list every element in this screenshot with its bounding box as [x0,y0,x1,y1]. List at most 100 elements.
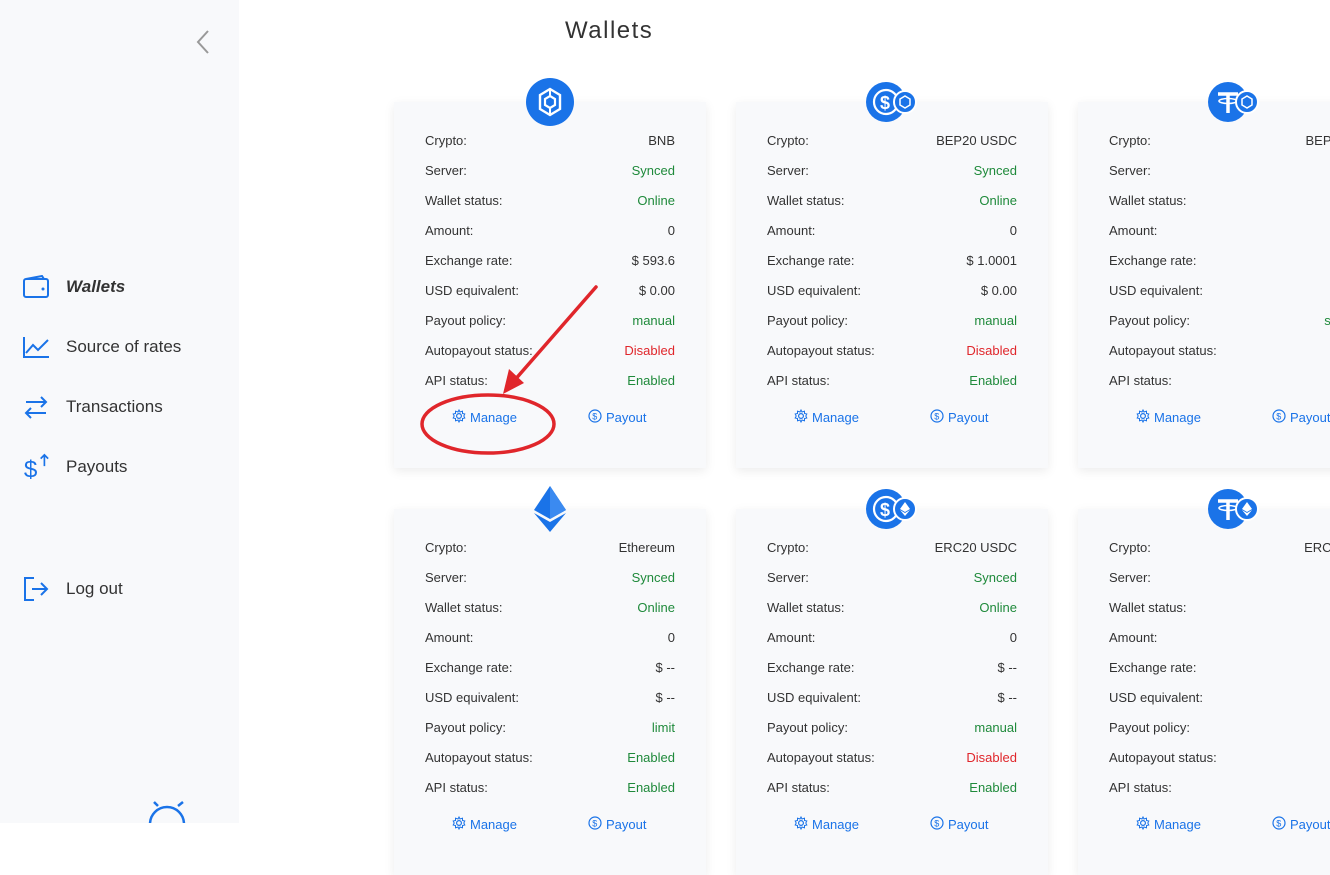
svg-text:$: $ [592,819,597,829]
field-label: USD equivalent: [767,282,861,298]
card-row-api-status: API status: Enabled [767,370,1017,390]
sidebar-item-wallets[interactable]: Wallets [22,272,125,302]
card-actions: Manage $ Payout [394,815,706,838]
wallet-card: Crypto: Ethereum Server: Synced Wallet statu… [394,509,706,875]
field-value: 0 [1009,629,1017,645]
field-value: Disabled [966,342,1017,358]
field-value: $ -- [997,689,1018,705]
manage-button[interactable]: Manage [794,408,859,426]
field-label: USD equivalent: [767,689,861,705]
field-label: Exchange rate: [425,252,513,268]
field-label: Autopayout status: [767,342,875,358]
dollar-circle-icon: $ [930,816,948,833]
sidebar-item-label: Log out [66,579,123,598]
field-label: Crypto: [767,539,809,555]
sidebar-item-source-of-rates[interactable]: Source of rates [22,332,181,362]
dollar-circle-icon: $ [1272,816,1290,833]
card-row-exchange-rate: Exchange rate: $ -- [767,657,1017,677]
card-row-exchange-rate: Exchange rate: $ -- [425,657,675,677]
svg-text:$: $ [880,500,890,520]
card-row-exchange-rate: Exchange rate: $ 1.0001 [767,250,1017,270]
payout-label: Payout [1290,410,1330,425]
dollar-circle-icon: $ [930,409,948,426]
field-label: Payout policy: [1109,312,1190,328]
sidebar-item-label: Transactions [66,397,163,416]
payout-button[interactable]: $ Payout [588,816,646,833]
field-value: Synced [973,569,1017,585]
payout-button[interactable]: $ Payout [930,409,988,426]
field-label: Amount: [767,629,816,645]
card-row-autopayout-status: Autopayout status: Disabled [425,340,675,360]
card-row-crypto: Crypto: ERC20 U [1109,537,1330,557]
field-label: USD equivalent: [1109,689,1203,705]
card-actions: Manage $ Payout [1078,815,1330,838]
manage-button[interactable]: Manage [1136,815,1201,833]
manage-label: Manage [1154,410,1201,425]
sidebar-item-label: Wallets [66,277,126,296]
field-label: Server: [425,569,467,585]
card-row-amount: Amount: [1109,627,1330,647]
wallet-card: Crypto: BEP20 U Server:Syn Wallet status:On… [1078,102,1330,468]
svg-text:$: $ [1276,819,1281,829]
card-actions: Manage $ Payout [736,815,1048,838]
card-row-wallet-status: Wallet status: Online [767,597,1017,617]
field-value: 0 [667,629,675,645]
bnb-icon [526,78,574,131]
field-label: Autopayout status: [1109,749,1217,765]
card-row-payout-policy: Payout policy: limit [425,717,675,737]
gear-icon [452,408,470,426]
dollar-circle-icon: $ [588,409,606,426]
manage-button[interactable]: Manage [452,408,517,426]
sidebar-item-payouts[interactable]: $ Payouts [22,452,127,482]
sidebar-item-transactions[interactable]: Transactions [22,392,163,422]
card-row-payout-policy: Payout policy: manual [767,310,1017,330]
card-row-exchange-rate: Exchange rate: $ 593.6 [425,250,675,270]
field-value: 0 [1009,222,1017,238]
payout-label: Payout [948,410,989,425]
field-label: API status: [425,372,488,388]
card-row-server: Server:Syn [1109,160,1330,180]
card-row-api-status: API status: Enabled [425,777,675,797]
sidebar-item-label: Payouts [66,457,128,476]
field-value: Ethereum [618,539,675,555]
card-row-server: Server: Synced [425,567,675,587]
field-label: Crypto: [767,132,809,148]
card-row-autopayout-status: Autopayout status: Disabled [767,340,1017,360]
manage-button[interactable]: Manage [1136,408,1201,426]
card-row-server: Server:Syn [1109,567,1330,587]
card-row-payout-policy: Payout policy: sched [1109,310,1330,330]
field-value: $ 1.0001 [966,252,1017,268]
collapse-sidebar-button[interactable] [192,28,216,56]
field-value: Online [979,192,1017,208]
wallet-card: Crypto: ERC20 USDC Server: Synced Wallet sta… [736,509,1048,875]
payout-button[interactable]: $ Payout [1272,816,1330,833]
field-value: $ 593.6 [631,252,675,268]
field-label: API status: [1109,372,1172,388]
field-value: Enabled [969,372,1017,388]
card-row-server: Server: Synced [767,567,1017,587]
transfer-arrows-icon [22,393,50,421]
ethereum-icon [532,485,568,538]
field-label: Amount: [1109,222,1158,238]
payout-button[interactable]: $ Payout [1272,409,1330,426]
svg-text:$: $ [592,412,597,422]
sidebar-item-logout[interactable]: Log out [22,574,123,604]
svg-text:$: $ [880,93,890,113]
card-row-api-status: API status: Enabled [425,370,675,390]
card-row-api-status: API status:Ena [1109,370,1330,390]
field-value: manual [974,312,1017,328]
field-label: Wallet status: [425,192,503,208]
wallet-card: Crypto: BEP20 USDC Server: Synced Wallet sta… [736,102,1048,468]
manage-button[interactable]: Manage [452,815,517,833]
field-label: Wallet status: [767,599,845,615]
field-label: Autopayout status: [425,749,533,765]
logout-icon [22,575,50,603]
manage-button[interactable]: Manage [794,815,859,833]
payout-button[interactable]: $ Payout [930,816,988,833]
field-label: API status: [767,779,830,795]
field-value: Synced [631,569,675,585]
card-row-crypto: Crypto: BNB [425,130,675,150]
payout-button[interactable]: $ Payout [588,409,646,426]
field-value: Online [637,192,675,208]
field-value: Online [979,599,1017,615]
